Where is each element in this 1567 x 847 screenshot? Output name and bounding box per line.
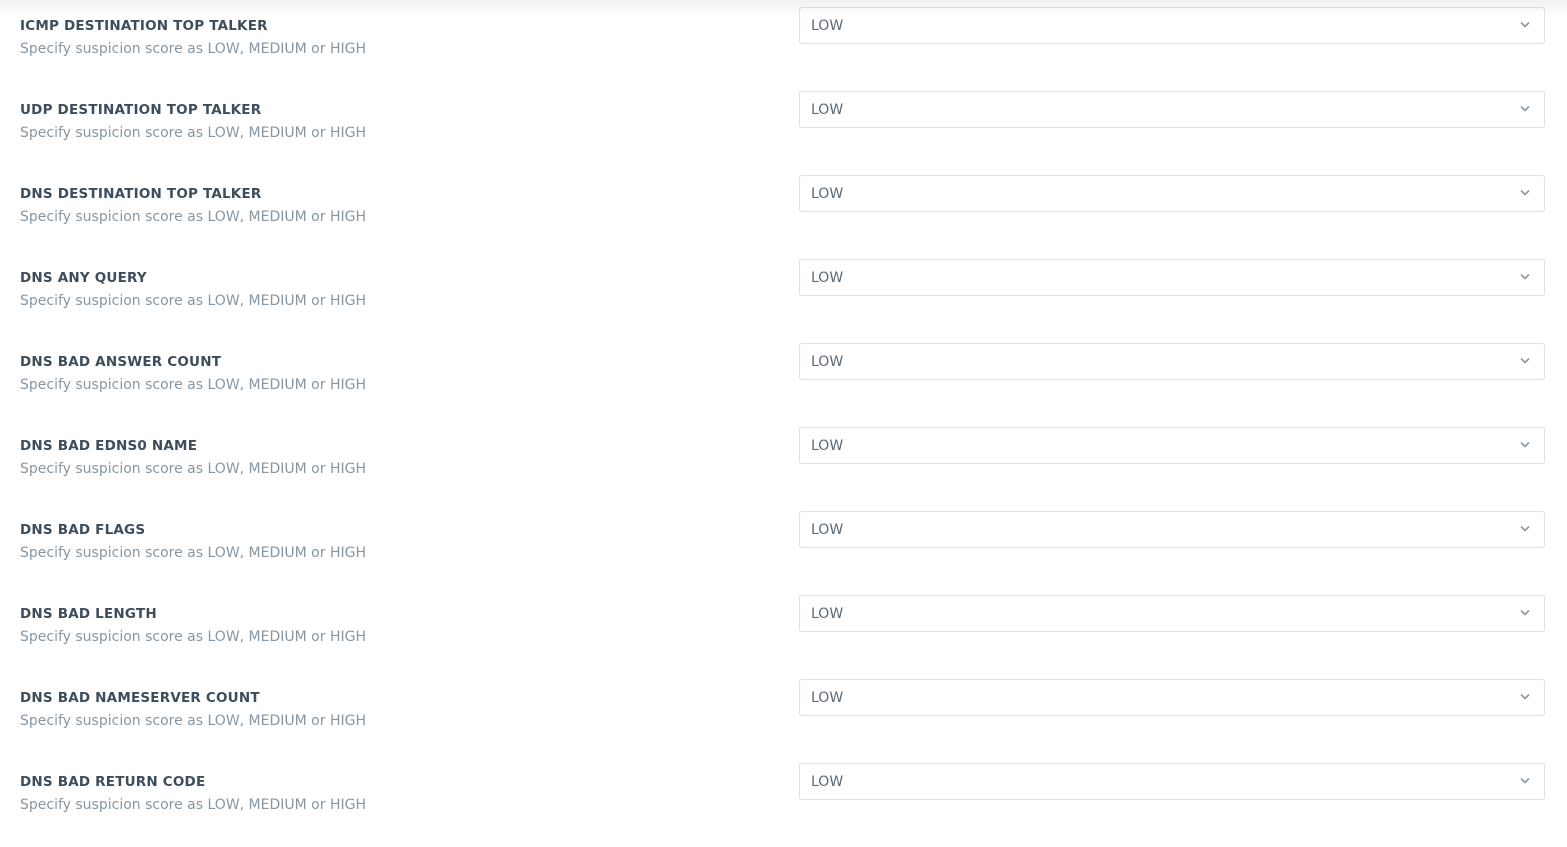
setting-title: DNS BAD EDNS0 NAME: [20, 438, 198, 454]
suspicion-score-select[interactable]: LOW: [799, 343, 1545, 380]
suspicion-score-select[interactable]: LOW: [799, 595, 1545, 632]
chevron-down-icon: [1520, 273, 1530, 281]
suspicion-score-select[interactable]: LOW: [799, 175, 1545, 212]
select-value: LOW: [811, 522, 844, 538]
setting-description: Specify suspicion score as LOW, MEDIUM o…: [20, 713, 366, 729]
setting-description: Specify suspicion score as LOW, MEDIUM o…: [20, 41, 366, 57]
select-value: LOW: [811, 606, 844, 622]
setting-description: Specify suspicion score as LOW, MEDIUM o…: [20, 461, 366, 477]
chevron-down-icon: [1520, 105, 1530, 113]
setting-description: Specify suspicion score as LOW, MEDIUM o…: [20, 209, 366, 225]
chevron-down-icon: [1520, 21, 1530, 29]
chevron-down-icon: [1520, 609, 1530, 617]
setting-title: ICMP DESTINATION TOP TALKER: [20, 18, 268, 34]
setting-description: Specify suspicion score as LOW, MEDIUM o…: [20, 629, 366, 645]
setting-title: DNS ANY QUERY: [20, 270, 147, 286]
setting-row: DNS DESTINATION TOP TALKER Specify suspi…: [0, 175, 1567, 259]
chevron-down-icon: [1520, 777, 1530, 785]
setting-title: UDP DESTINATION TOP TALKER: [20, 102, 262, 118]
select-value: LOW: [811, 186, 844, 202]
chevron-down-icon: [1520, 357, 1530, 365]
setting-description: Specify suspicion score as LOW, MEDIUM o…: [20, 377, 366, 393]
setting-title: DNS BAD ANSWER COUNT: [20, 354, 222, 370]
setting-description: Specify suspicion score as LOW, MEDIUM o…: [20, 545, 366, 561]
setting-title: DNS BAD NAMESERVER COUNT: [20, 690, 260, 706]
select-value: LOW: [811, 438, 844, 454]
setting-description: Specify suspicion score as LOW, MEDIUM o…: [20, 125, 366, 141]
select-value: LOW: [811, 354, 844, 370]
suspicion-score-select[interactable]: LOW: [799, 511, 1545, 548]
suspicion-score-select[interactable]: LOW: [799, 7, 1545, 44]
suspicion-score-select[interactable]: LOW: [799, 427, 1545, 464]
chevron-down-icon: [1520, 693, 1530, 701]
chevron-down-icon: [1520, 441, 1530, 449]
setting-row: UDP DESTINATION TOP TALKER Specify suspi…: [0, 91, 1567, 175]
setting-row: DNS BAD FLAGS Specify suspicion score as…: [0, 511, 1567, 595]
setting-row: DNS ANY QUERY Specify suspicion score as…: [0, 259, 1567, 343]
setting-row: DNS BAD NAMESERVER COUNT Specify suspici…: [0, 679, 1567, 763]
setting-row: DNS BAD EDNS0 NAME Specify suspicion sco…: [0, 427, 1567, 511]
setting-description: Specify suspicion score as LOW, MEDIUM o…: [20, 797, 366, 813]
setting-title: DNS BAD LENGTH: [20, 606, 157, 622]
setting-row: DNS BAD ANSWER COUNT Specify suspicion s…: [0, 343, 1567, 427]
setting-row: ICMP DESTINATION TOP TALKER Specify susp…: [0, 7, 1567, 91]
setting-title: DNS BAD FLAGS: [20, 522, 146, 538]
select-value: LOW: [811, 18, 844, 34]
setting-row: DNS BAD RETURN CODE Specify suspicion sc…: [0, 763, 1567, 847]
suspicion-score-select[interactable]: LOW: [799, 679, 1545, 716]
chevron-down-icon: [1520, 525, 1530, 533]
settings-list: ICMP DESTINATION TOP TALKER Specify susp…: [0, 0, 1567, 842]
setting-title: DNS BAD RETURN CODE: [20, 774, 206, 790]
chevron-down-icon: [1520, 189, 1530, 197]
setting-title: DNS DESTINATION TOP TALKER: [20, 186, 262, 202]
setting-description: Specify suspicion score as LOW, MEDIUM o…: [20, 293, 366, 309]
select-value: LOW: [811, 102, 844, 118]
select-value: LOW: [811, 270, 844, 286]
setting-row: DNS BAD LENGTH Specify suspicion score a…: [0, 595, 1567, 679]
select-value: LOW: [811, 690, 844, 706]
suspicion-score-select[interactable]: LOW: [799, 763, 1545, 800]
suspicion-score-select[interactable]: LOW: [799, 91, 1545, 128]
suspicion-score-select[interactable]: LOW: [799, 259, 1545, 296]
select-value: LOW: [811, 774, 844, 790]
